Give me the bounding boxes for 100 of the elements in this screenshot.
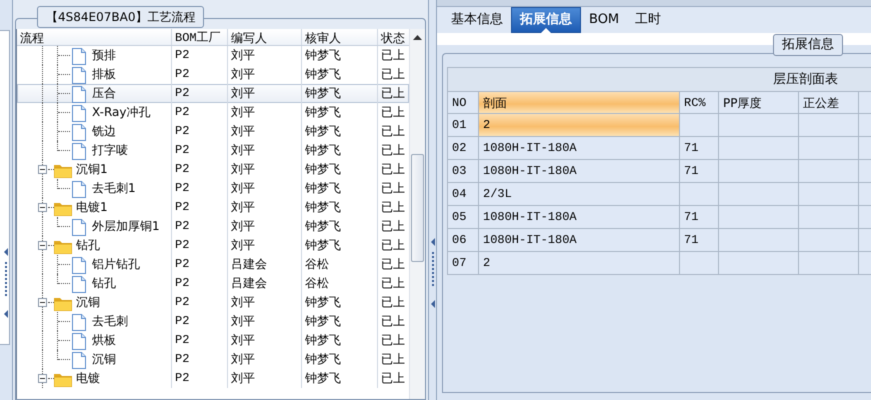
collapse-toggle[interactable]: [38, 374, 47, 383]
table-cell: 2: [478, 114, 680, 136]
table-cell: P2: [172, 217, 228, 236]
tab[interactable]: 工时: [627, 7, 670, 33]
document-icon: [72, 85, 86, 103]
table-cell: 钟梦飞: [302, 198, 378, 217]
tree-label: 电镀1: [76, 199, 108, 216]
column-header[interactable]: 正公差: [798, 92, 858, 114]
column-header[interactable]: RC%: [680, 92, 718, 114]
table-cell: 04: [448, 182, 478, 206]
tree-row[interactable]: 打字唛 P2 刘平 钟梦飞 已上: [17, 141, 409, 160]
tree-row[interactable]: 铣边 P2 刘平 钟梦飞 已上: [17, 122, 409, 141]
table-cell: 钟梦飞: [302, 141, 378, 160]
table-cell: 刘平: [228, 369, 302, 388]
tree-row[interactable]: 钻孔 P2 刘平 钟梦飞 已上: [17, 236, 409, 255]
table-cell: 吕建会: [228, 274, 302, 293]
tree-row[interactable]: 去毛刺1 P2 刘平 钟梦飞 已上: [17, 179, 409, 198]
table-cell: 02: [448, 136, 478, 160]
column-header[interactable]: BOM工厂: [172, 29, 228, 45]
tree-label: 预排: [92, 47, 116, 64]
table-cell-text: 已上: [380, 199, 406, 216]
collapse-toggle[interactable]: [38, 165, 47, 174]
table-cell-text: 已上: [380, 313, 406, 330]
table-cell: 钟梦飞: [302, 217, 378, 236]
table-cell: 吕建会: [228, 255, 302, 274]
column-header[interactable]: 剖面: [478, 92, 680, 114]
column-header[interactable]: PP厚度: [718, 92, 798, 114]
table-cell: 谷松: [302, 274, 378, 293]
column-header[interactable]: 流程: [17, 29, 172, 45]
document-icon: [72, 66, 86, 84]
tab[interactable]: BOM: [581, 7, 628, 33]
tree-label: 烘板: [92, 332, 116, 349]
tree-label: 沉铜1: [76, 161, 108, 178]
collapse-toggle[interactable]: [38, 203, 47, 212]
table-cell: 2: [478, 252, 680, 274]
tree-label: 打字唛: [92, 142, 128, 159]
collapse-toggle[interactable]: [38, 298, 47, 307]
table-cell-text: 已上: [380, 85, 406, 102]
table-cell-text: 已上: [380, 237, 406, 254]
tree-row[interactable]: 钻孔 P2 吕建会 谷松 已上: [17, 274, 409, 293]
table-cell-text: 已上: [380, 370, 406, 387]
table-cell-text: 已上: [380, 294, 406, 311]
tree-row[interactable]: 外层加厚铜1 P2 刘平 钟梦飞 已上: [17, 217, 409, 236]
table-cell: 刘平: [228, 160, 302, 179]
tree-row[interactable]: 电镀 P2 刘平 钟梦飞 已上: [17, 369, 409, 388]
table-cell: 刘平: [228, 103, 302, 122]
tree-row[interactable]: 电镀1 P2 刘平 钟梦飞 已上: [17, 198, 409, 217]
tree-row[interactable]: 沉铜 P2 刘平 钟梦飞 已上: [17, 350, 409, 369]
tree-row[interactable]: 铝片钻孔 P2 吕建会 谷松 已上: [17, 255, 409, 274]
table-cell: P2: [172, 369, 228, 388]
table-cell: 刘平: [228, 198, 302, 217]
tree-row[interactable]: 压合 P2 刘平 钟梦飞 已上: [17, 84, 409, 103]
scrollbar[interactable]: [409, 29, 425, 399]
table-cell-text: 已上: [380, 256, 406, 273]
column-header[interactable]: 核审人: [302, 29, 378, 45]
collapse-grip-icon[interactable]: [3, 248, 9, 320]
table-cell: 钟梦飞: [302, 84, 378, 103]
tree-label: 钻孔: [92, 275, 116, 292]
document-icon: [72, 180, 86, 198]
tab[interactable]: 基本信息: [443, 7, 511, 33]
document-icon: [72, 142, 86, 160]
table-cell: 刘平: [228, 312, 302, 331]
tree-row[interactable]: 去毛刺 P2 刘平 钟梦飞 已上: [17, 312, 409, 331]
group-title: 【4S84E07BA0】工艺流程: [37, 6, 204, 28]
table-cell: 刘平: [228, 350, 302, 369]
tree-label: 去毛刺1: [92, 180, 136, 197]
table-cell: 钟梦飞: [302, 293, 378, 312]
collapse-toggle[interactable]: [38, 241, 47, 250]
tree-row[interactable]: 沉铜1 P2 刘平 钟梦飞 已上: [17, 160, 409, 179]
table-cell: 钟梦飞: [302, 236, 378, 255]
tree-row[interactable]: 烘板 P2 刘平 钟梦飞 已上: [17, 331, 409, 350]
table-cell: 07: [448, 252, 478, 274]
table-cell: P2: [172, 293, 228, 312]
table-cell: 刘平: [228, 46, 302, 65]
tree-label: 排板: [92, 66, 116, 83]
column-header[interactable]: 状态: [378, 29, 409, 45]
column-header[interactable]: 编写人: [228, 29, 302, 45]
table-cell: 钟梦飞: [302, 46, 378, 65]
table-cell: 钟梦飞: [302, 369, 378, 388]
table-cell: 1080H-IT-180A: [478, 206, 680, 228]
tab[interactable]: 拓展信息: [511, 7, 581, 33]
table-cell: 钟梦飞: [302, 179, 378, 198]
document-icon: [72, 256, 86, 274]
table-cell: 刘平: [228, 84, 302, 103]
table-cell: 05: [448, 206, 478, 228]
tree-row[interactable]: X-Ray冲孔 P2 刘平 钟梦飞 已上: [17, 103, 409, 122]
table-cell-text: 已上: [380, 142, 406, 159]
table-cell: 刘平: [228, 122, 302, 141]
tree-label: 铣边: [92, 123, 116, 140]
table-cell: P2: [172, 122, 228, 141]
scroll-up-icon[interactable]: [413, 34, 422, 40]
table-cell: 2/3L: [478, 182, 680, 206]
document-icon: [72, 47, 86, 65]
collapse-grip-icon[interactable]: [430, 238, 436, 310]
tree-label: 电镀: [76, 370, 100, 387]
tree-row[interactable]: 预排 P2 刘平 钟梦飞 已上: [17, 46, 409, 65]
table-cell-text: 已上: [380, 47, 406, 64]
scroll-thumb[interactable]: [411, 154, 424, 262]
tree-row[interactable]: 沉铜 P2 刘平 钟梦飞 已上: [17, 293, 409, 312]
table-cell: 刘平: [228, 293, 302, 312]
